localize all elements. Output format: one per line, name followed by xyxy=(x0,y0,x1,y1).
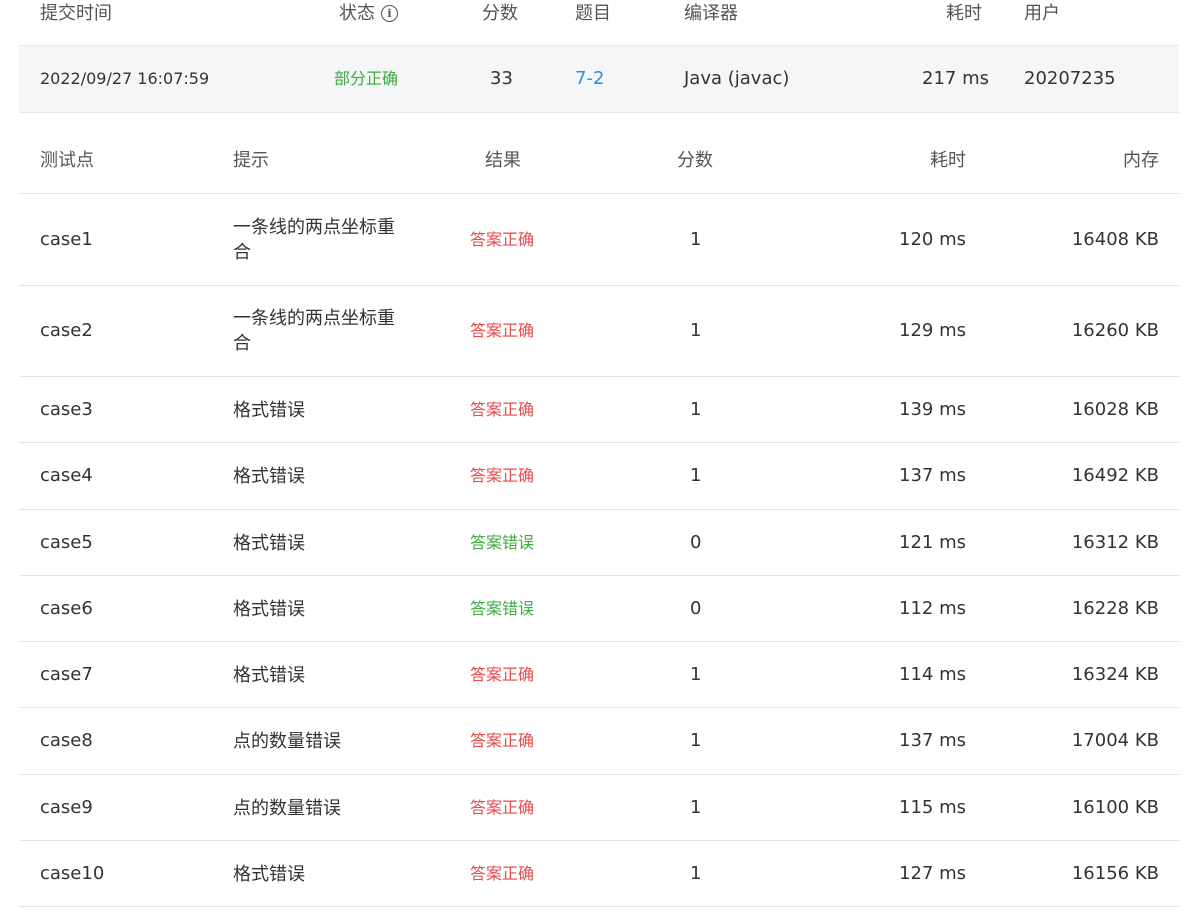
header-result: 结果 xyxy=(485,150,521,171)
testcase-elapsed: 139 ms xyxy=(899,399,966,420)
testcase-score: 1 xyxy=(690,399,702,420)
testcase-memory: 16260 KB xyxy=(1071,320,1159,341)
elapsed-value: 217 ms xyxy=(922,68,989,89)
result-badge: 答案正确 xyxy=(470,466,535,485)
testcase-memory: 16228 KB xyxy=(1071,598,1159,619)
testcase-hint: 格式错误 xyxy=(233,400,305,421)
testcase-name: case6 xyxy=(40,598,93,619)
submission-header: 提交时间 状态 i 分数 题目 编译器 耗时 用户 xyxy=(19,0,1179,46)
testcase-score: 1 xyxy=(690,229,702,250)
testcase-memory: 16312 KB xyxy=(1071,532,1159,553)
header-elapsed: 耗时 xyxy=(946,3,982,24)
header-testcase: 测试点 xyxy=(40,150,94,171)
testcase-hint: 一条线的两点坐标重合 xyxy=(233,217,395,263)
testcase-hint: 一条线的两点坐标重合 xyxy=(233,308,395,354)
testcase-score: 1 xyxy=(690,465,702,486)
testcase-elapsed: 129 ms xyxy=(899,320,966,341)
testcase-memory: 16156 KB xyxy=(1071,863,1159,884)
user-value[interactable]: 20207235 xyxy=(1024,67,1116,91)
testcase-score: 1 xyxy=(690,863,702,884)
testcase-elapsed: 115 ms xyxy=(899,797,966,818)
testcase-hint: 点的数量错误 xyxy=(233,798,341,819)
testcase-hint: 格式错误 xyxy=(233,599,305,620)
testcase-name: case4 xyxy=(40,465,93,486)
table-row: case10 格式错误 答案正确 1 127 ms 16156 KB xyxy=(19,841,1179,907)
header-tc-elapsed: 耗时 xyxy=(930,150,966,171)
testcase-score: 1 xyxy=(690,797,702,818)
table-row: case4 格式错误 答案正确 1 137 ms 16492 KB xyxy=(19,443,1179,510)
testcase-hint: 格式错误 xyxy=(233,665,305,686)
testcase-elapsed: 112 ms xyxy=(899,598,966,619)
result-badge: 答案正确 xyxy=(470,321,535,340)
submission-detail: 提交时间 状态 i 分数 题目 编译器 耗时 用户 2022/09/27 16:0… xyxy=(0,0,1184,919)
header-tc-score: 分数 xyxy=(677,150,713,171)
result-badge: 答案正确 xyxy=(470,400,535,419)
testcase-name: case8 xyxy=(40,730,93,751)
testcase-elapsed: 137 ms xyxy=(899,730,966,751)
header-compiler: 编译器 xyxy=(684,3,738,24)
header-submit-time: 提交时间 xyxy=(40,3,112,24)
info-icon[interactable]: i xyxy=(381,5,398,22)
testcase-elapsed: 114 ms xyxy=(899,664,966,685)
testcase-memory: 16408 KB xyxy=(1071,229,1159,250)
header-status-label: 状态 xyxy=(339,3,375,24)
testcase-hint: 格式错误 xyxy=(233,533,305,554)
testcase-elapsed: 120 ms xyxy=(899,229,966,250)
result-badge: 答案正确 xyxy=(470,864,535,883)
submit-time: 2022/09/27 16:07:59 xyxy=(40,69,210,88)
status-badge[interactable]: 部分正确 xyxy=(334,67,398,91)
result-badge: 答案正确 xyxy=(470,731,535,750)
table-row: case5 格式错误 答案错误 0 121 ms 16312 KB xyxy=(19,510,1179,576)
testcase-elapsed: 137 ms xyxy=(899,465,966,486)
result-badge: 答案正确 xyxy=(470,665,535,684)
testcase-name: case7 xyxy=(40,664,93,685)
result-badge: 答案错误 xyxy=(470,533,535,552)
testcase-hint: 格式错误 xyxy=(233,466,305,487)
table-row: case9 点的数量错误 答案正确 1 115 ms 16100 KB xyxy=(19,775,1179,841)
testcase-elapsed: 121 ms xyxy=(899,532,966,553)
testcase-memory: 16100 KB xyxy=(1071,797,1159,818)
testcase-hint: 点的数量错误 xyxy=(233,731,341,752)
header-problem: 题目 xyxy=(575,3,611,24)
testcase-memory: 16492 KB xyxy=(1071,465,1159,486)
table-row: case6 格式错误 答案错误 0 112 ms 16228 KB xyxy=(19,576,1179,642)
testcase-name: case9 xyxy=(40,797,93,818)
testcase-name: case10 xyxy=(40,863,105,884)
testcase-name: case2 xyxy=(40,320,93,341)
testcase-name: case5 xyxy=(40,532,93,553)
testcase-name: case3 xyxy=(40,399,93,420)
testcase-score: 1 xyxy=(690,730,702,751)
submission-row: 2022/09/27 16:07:59 部分正确 33 7-2 Java (ja… xyxy=(19,46,1179,113)
testcase-memory: 16028 KB xyxy=(1071,399,1159,420)
result-badge: 答案错误 xyxy=(470,599,535,618)
testcase-score: 0 xyxy=(690,532,702,553)
header-score: 分数 xyxy=(482,3,518,24)
testcase-memory: 16324 KB xyxy=(1071,664,1159,685)
submission-score: 33 xyxy=(490,68,513,89)
testcase-name: case1 xyxy=(40,229,93,250)
table-row: case3 格式错误 答案正确 1 139 ms 16028 KB xyxy=(19,377,1179,443)
testcase-score: 0 xyxy=(690,598,702,619)
header-user: 用户 xyxy=(1024,3,1060,24)
table-row: case8 点的数量错误 答案正确 1 137 ms 17004 KB xyxy=(19,708,1179,775)
testcase-score: 1 xyxy=(690,664,702,685)
compiler-value: Java (javac) xyxy=(684,68,790,89)
table-row: case7 格式错误 答案正确 1 114 ms 16324 KB xyxy=(19,642,1179,708)
table-row: case2 一条线的两点坐标重合 答案正确 1 129 ms 16260 KB xyxy=(19,286,1179,377)
testcase-memory: 17004 KB xyxy=(1071,730,1159,751)
problem-link[interactable]: 7-2 xyxy=(575,67,604,91)
testcase-table-header: 测试点 提示 结果 分数 耗时 内存 xyxy=(19,113,1179,194)
table-row: case1 一条线的两点坐标重合 答案正确 1 120 ms 16408 KB xyxy=(19,194,1179,286)
testcase-hint: 格式错误 xyxy=(233,864,305,885)
result-badge: 答案正确 xyxy=(470,798,535,817)
testcase-score: 1 xyxy=(690,320,702,341)
testcase-elapsed: 127 ms xyxy=(899,863,966,884)
result-badge: 答案正确 xyxy=(470,230,535,249)
header-hint: 提示 xyxy=(233,150,269,171)
header-status: 状态 i xyxy=(339,2,398,26)
header-memory: 内存 xyxy=(1123,150,1159,171)
